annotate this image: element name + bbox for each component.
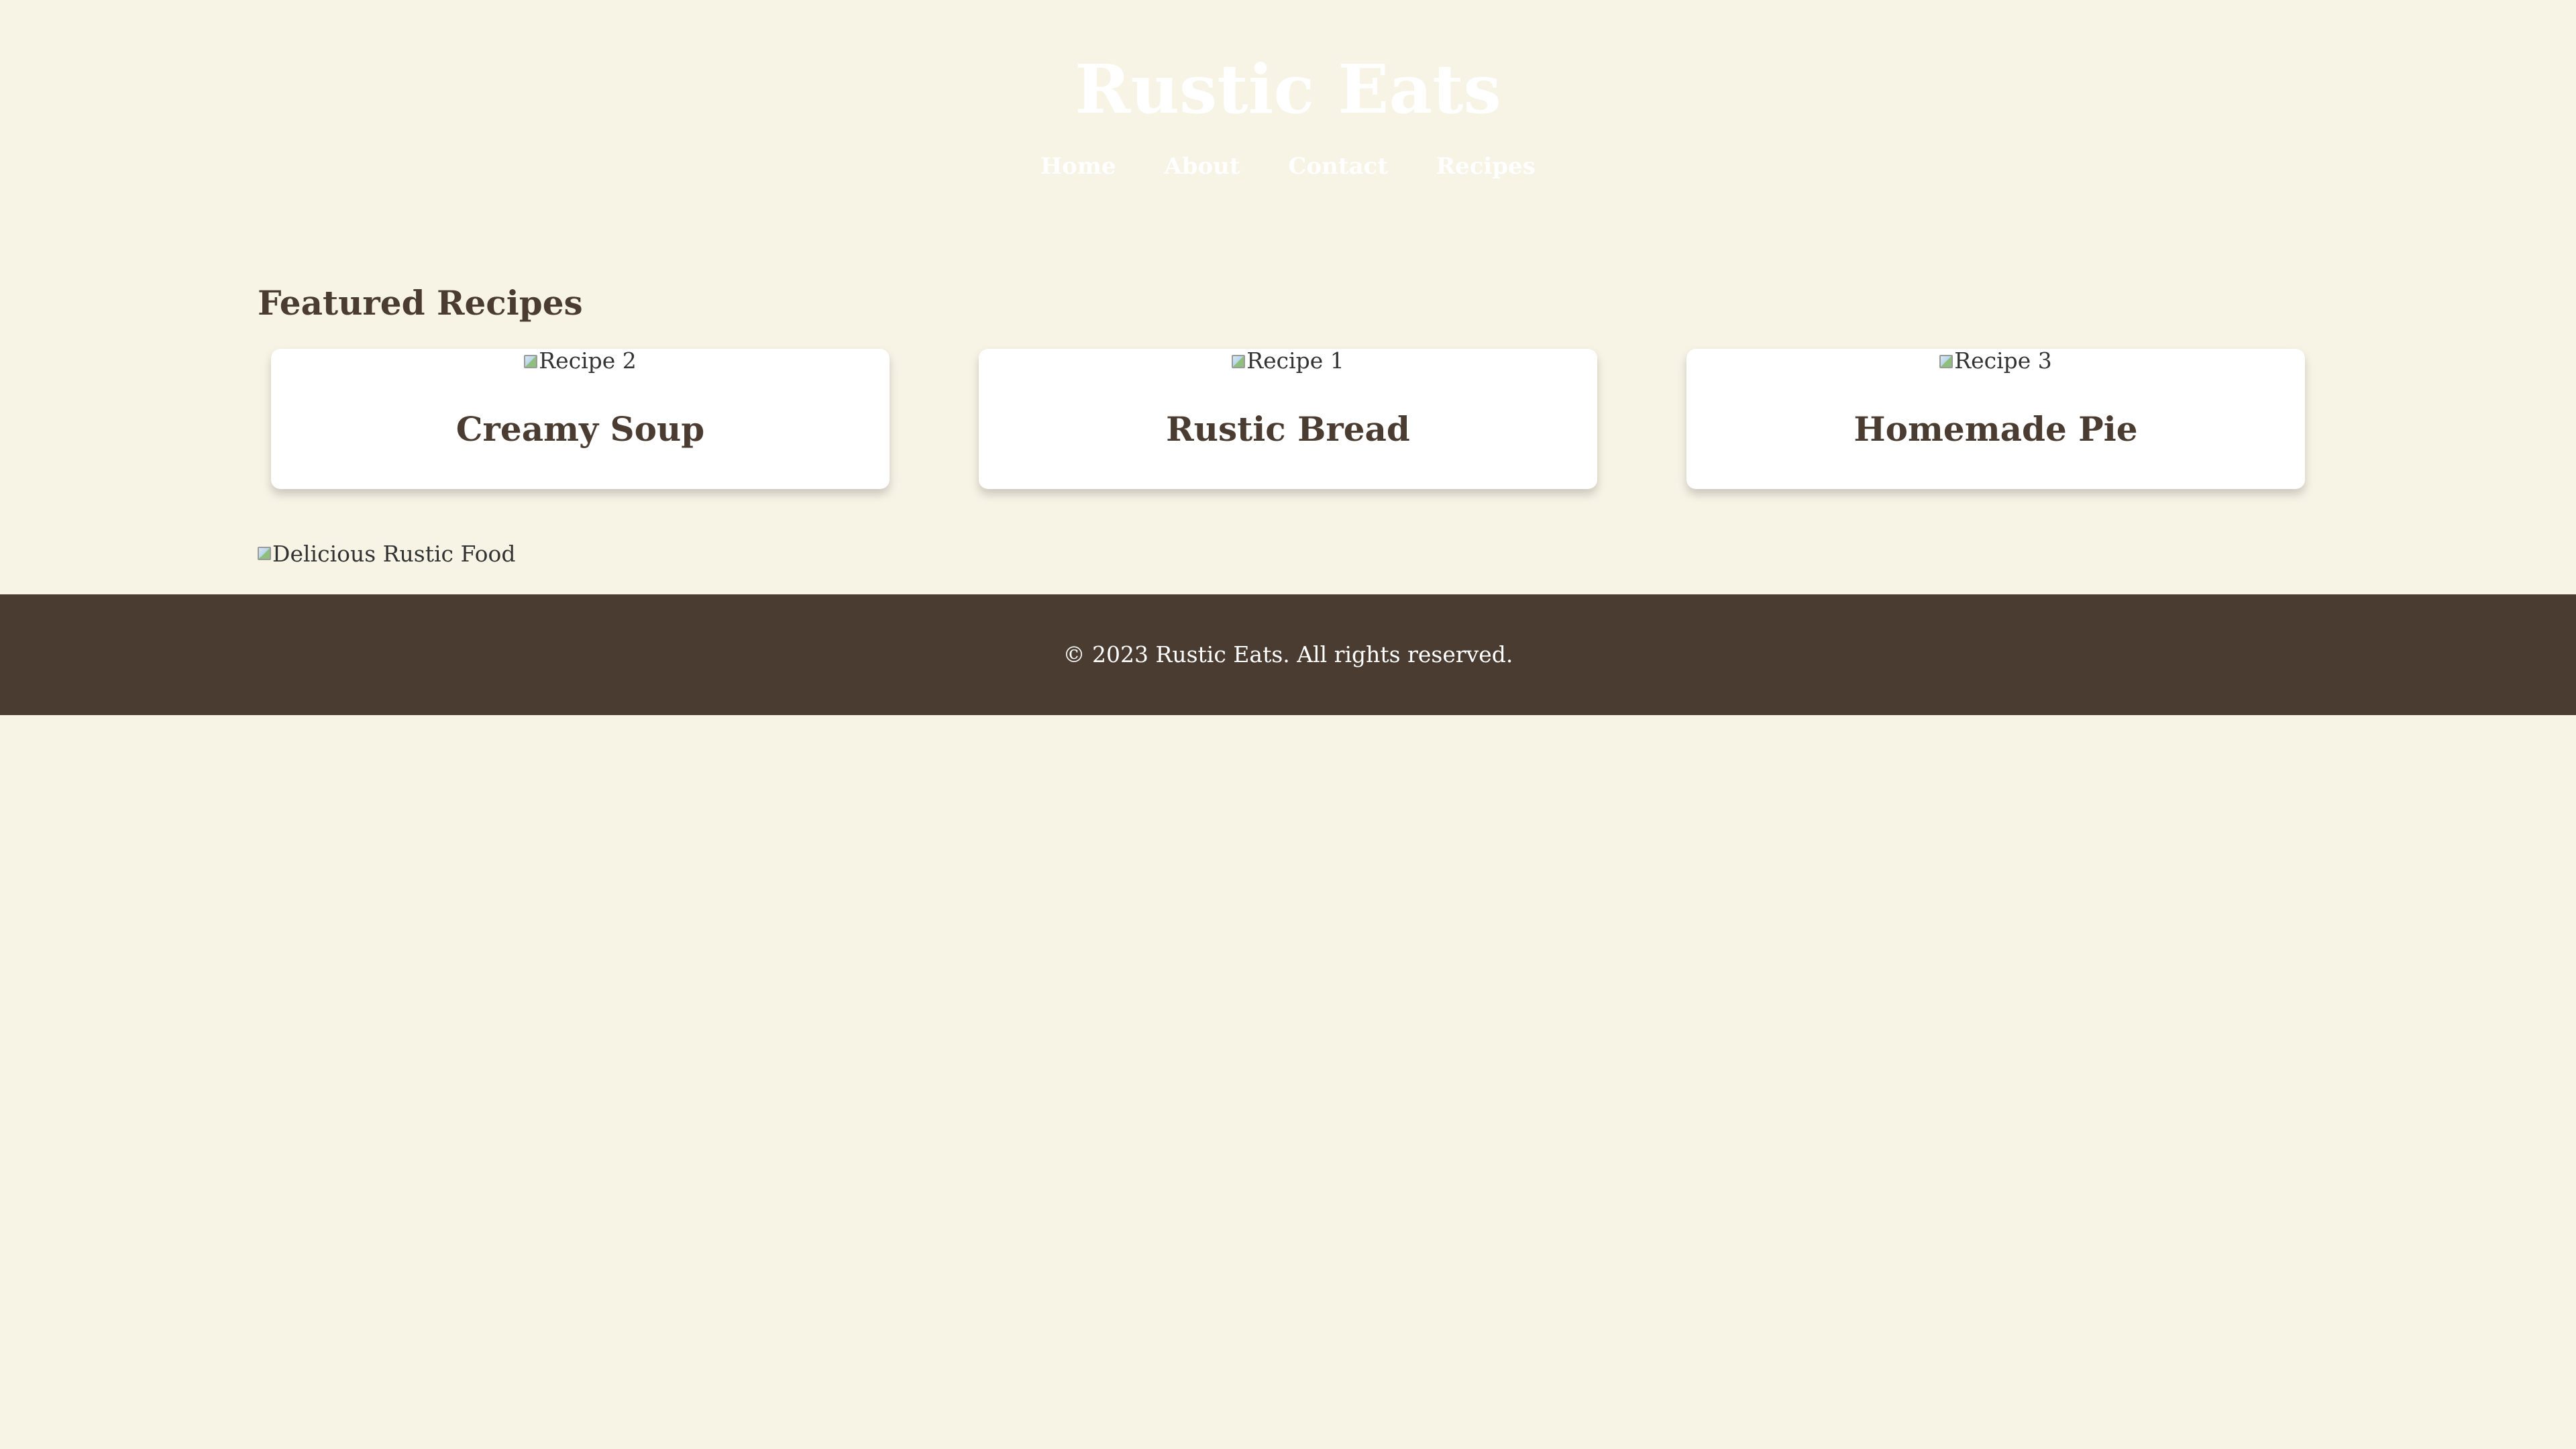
recipe-image: Recipe 3 — [1686, 349, 2305, 373]
recipe-card-homemade-pie[interactable]: Recipe 3 Homemade Pie — [1686, 349, 2305, 489]
recipe-title: Homemade Pie — [1854, 409, 2138, 449]
recipe-image: Recipe 1 — [979, 349, 1597, 373]
nav-about-link[interactable]: About — [1164, 146, 1240, 186]
recipe-image: Recipe 2 — [271, 349, 890, 373]
site-footer: © 2023 Rustic Eats. All rights reserved. — [0, 594, 2576, 715]
broken-image-icon — [1232, 355, 1246, 368]
hero-image-alt: Delicious Rustic Food — [272, 541, 516, 567]
recipe-title: Rustic Bread — [1166, 409, 1410, 449]
nav-contact-link[interactable]: Contact — [1288, 146, 1388, 186]
hero-image: Delicious Rustic Food — [258, 541, 515, 568]
recipe-title: Creamy Soup — [455, 409, 705, 449]
featured-recipes-heading: Featured Recipes — [258, 283, 583, 323]
recipe-card-rustic-bread[interactable]: Recipe 1 Rustic Bread — [979, 349, 1597, 489]
copyright-text: © 2023 Rustic Eats. All rights reserved. — [1063, 641, 1513, 667]
broken-image-icon — [258, 547, 271, 560]
recipe-image-alt: Recipe 3 — [1954, 347, 2052, 374]
site-title: Rustic Eats — [1075, 50, 1501, 129]
main-nav: Home About Contact Recipes — [0, 146, 2576, 186]
recipe-card-creamy-soup[interactable]: Recipe 2 Creamy Soup — [271, 349, 890, 489]
recipe-image-alt: Recipe 1 — [1246, 347, 1344, 374]
site-header: Rustic Eats Home About Contact Recipes — [0, 0, 2576, 208]
nav-home-link[interactable]: Home — [1040, 146, 1116, 186]
broken-image-icon — [524, 355, 538, 368]
nav-recipes-link[interactable]: Recipes — [1436, 146, 1536, 186]
recipe-image-alt: Recipe 2 — [539, 347, 637, 374]
broken-image-icon — [1939, 355, 1953, 368]
